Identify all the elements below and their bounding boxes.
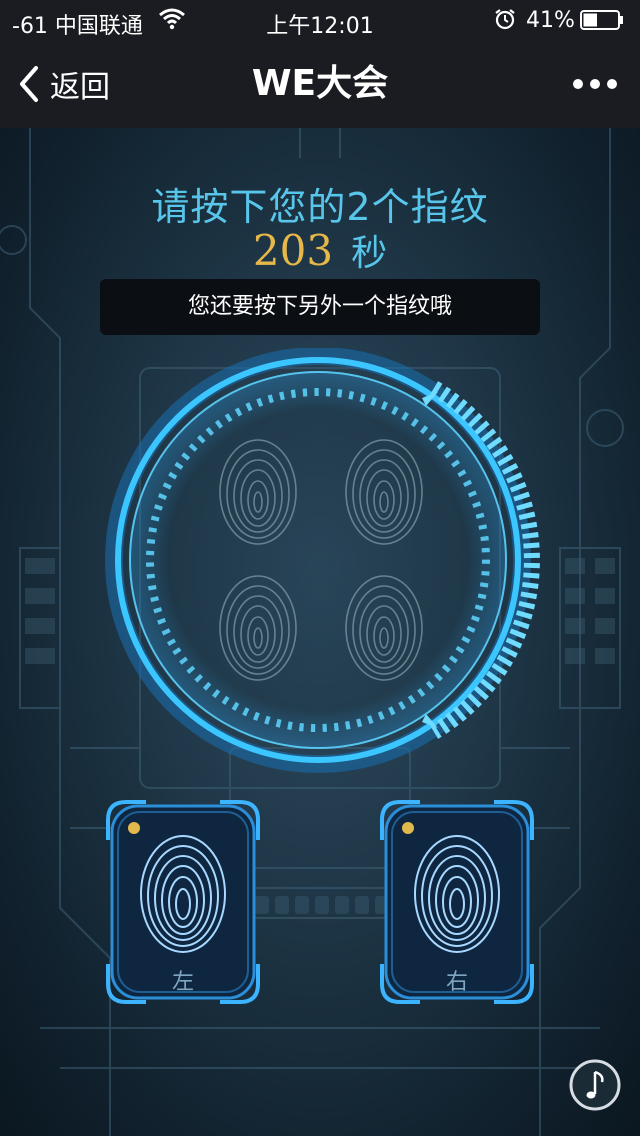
countdown-unit: 秒 <box>351 233 388 274</box>
indicator-dot <box>402 822 414 834</box>
main-stage: 请按下您的2个指纹 203 秒 您还要按下另外一个指纹哦 左 右 <box>0 128 640 1136</box>
left-label: 左 <box>171 970 194 995</box>
alarm-icon <box>495 9 515 30</box>
fingerprint-scanner <box>105 348 540 773</box>
countdown: 203 秒 <box>0 224 640 276</box>
right-label: 右 <box>445 970 468 995</box>
battery-icon <box>580 10 623 30</box>
battery-percent: 41% <box>526 8 575 33</box>
hint-banner: 您还要按下另外一个指纹哦 <box>100 279 540 335</box>
countdown-value: 203 <box>252 226 334 275</box>
indicator-dot <box>128 822 140 834</box>
fingerprint-prompt: 请按下您的2个指纹 <box>151 185 489 229</box>
music-icon[interactable] <box>568 1058 622 1112</box>
left-fingerprint-button[interactable]: 左 <box>106 800 260 1004</box>
nav-bar: 返回 WE大会 <box>0 40 640 128</box>
status-bar: -61 中国联通 上午12:01 41% <box>0 0 640 40</box>
right-fingerprint-button[interactable]: 右 <box>380 800 534 1004</box>
page-title: WE大会 <box>251 63 389 104</box>
more-icon[interactable] <box>572 74 618 94</box>
